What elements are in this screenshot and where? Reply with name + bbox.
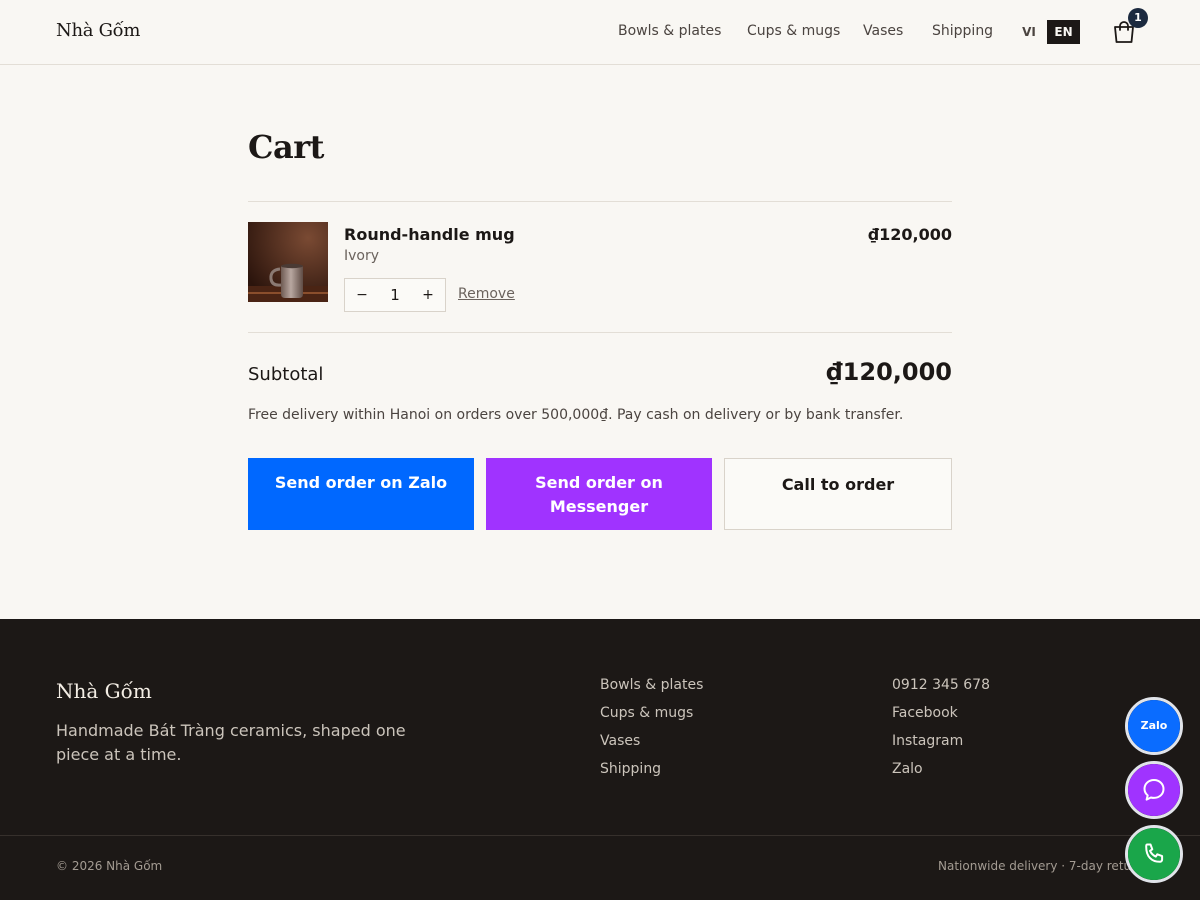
footer-divider <box>0 835 1200 836</box>
zalo-label: Zalo <box>1140 719 1168 732</box>
item-name[interactable]: Round-handle mug <box>344 225 515 244</box>
footer-link-cups-mugs[interactable]: Cups & mugs <box>600 703 703 731</box>
zalo-circle: Zalo <box>1128 700 1180 752</box>
footer-link-shipping[interactable]: Shipping <box>600 759 703 787</box>
nav-cups-mugs[interactable]: Cups & mugs <box>747 23 840 39</box>
call-to-order-button[interactable]: Call to order <box>724 458 952 530</box>
footer-link-vases[interactable]: Vases <box>600 731 703 759</box>
divider <box>248 201 952 202</box>
footer-logo[interactable]: Nhà Gốm <box>56 679 152 703</box>
footer-copyright: © 2026 Nhà Gốm <box>56 859 163 873</box>
footer-shop-links: Bowls & plates Cups & mugs Vases Shippin… <box>600 675 703 787</box>
footer-phone-link[interactable]: 0912 345 678 <box>892 675 990 703</box>
floating-phone-button[interactable] <box>1125 825 1183 883</box>
messenger-circle <box>1128 764 1180 816</box>
floating-messenger-button[interactable] <box>1125 761 1183 819</box>
nav-bowls-plates[interactable]: Bowls & plates <box>618 23 721 39</box>
remove-item-link[interactable]: Remove <box>458 286 515 302</box>
site-footer: Nhà Gốm Handmade Bát Tràng ceramics, sha… <box>0 619 1200 900</box>
phone-icon <box>1145 843 1164 863</box>
quantity-value[interactable]: 1 <box>379 279 411 311</box>
footer-tagline: Handmade Bát Tràng ceramics, shaped one … <box>56 721 406 764</box>
product-thumbnail[interactable] <box>248 222 328 302</box>
item-price: ₫120,000 <box>867 225 952 244</box>
footer-link-bowls-plates[interactable]: Bowls & plates <box>600 675 703 703</box>
footer-instagram-link[interactable]: Instagram <box>892 731 990 759</box>
quantity-stepper: − 1 + <box>344 278 446 312</box>
increase-quantity-button[interactable]: + <box>411 279 445 311</box>
subtotal-value: ₫120,000 <box>825 358 952 386</box>
footer-facebook-link[interactable]: Facebook <box>892 703 990 731</box>
phone-circle <box>1128 828 1180 880</box>
divider <box>248 332 952 333</box>
lang-en-button[interactable]: EN <box>1047 20 1080 44</box>
chat-bubble-icon <box>1143 779 1165 801</box>
floating-zalo-button[interactable]: Zalo <box>1125 697 1183 755</box>
nav-shipping[interactable]: Shipping <box>932 23 993 39</box>
lang-vi-button[interactable]: VI <box>1012 20 1046 44</box>
item-variant: Ivory <box>344 248 380 264</box>
cart-count-badge: 1 <box>1128 8 1148 28</box>
footer-zalo-link[interactable]: Zalo <box>892 759 990 787</box>
decrease-quantity-button[interactable]: − <box>345 279 379 311</box>
delivery-note: Free delivery within Hanoi on orders ove… <box>248 407 904 423</box>
mug-image <box>248 222 328 302</box>
page-title: Cart <box>248 128 324 166</box>
footer-contact-links: 0912 345 678 Facebook Instagram Zalo <box>892 675 990 787</box>
nav-vases[interactable]: Vases <box>863 23 903 39</box>
subtotal-label: Subtotal <box>248 364 324 385</box>
footer-policy: Nationwide delivery · 7-day returns <box>938 859 1132 873</box>
send-order-zalo-button[interactable]: Send order on Zalo <box>248 458 474 530</box>
send-order-messenger-button[interactable]: Send order on Messenger <box>486 458 712 530</box>
site-header: Nhà Gốm Bowls & plates Cups & mugs Vases… <box>0 0 1200 65</box>
